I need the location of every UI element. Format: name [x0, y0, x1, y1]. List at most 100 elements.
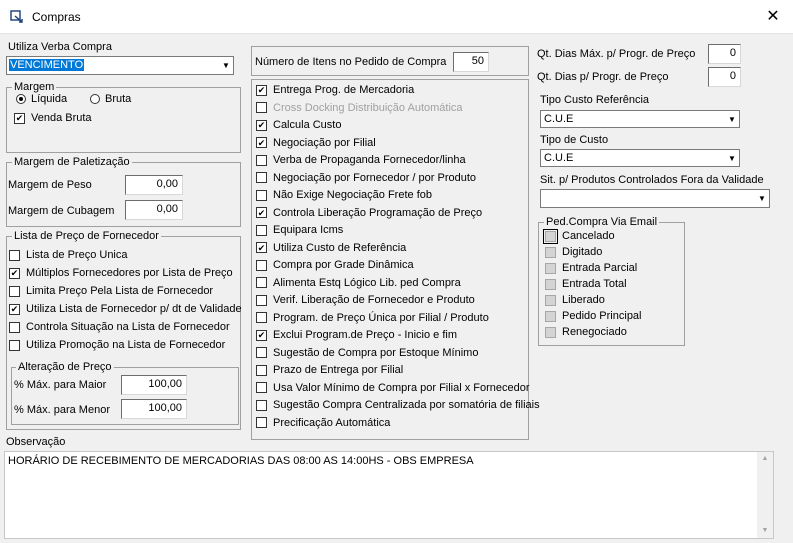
compra-option-10[interactable]: Compra por Grade Dinâmica [256, 259, 414, 271]
email-option-label: Pedido Principal [562, 310, 642, 322]
verba-select[interactable]: VENCIMENTO ▼ [6, 56, 234, 75]
radio-bruta-label: Bruta [105, 93, 132, 105]
lista-option-0-label: Lista de Preço Unica [26, 249, 128, 261]
radio-on-icon [16, 94, 26, 104]
compra-option-14[interactable]: Exclui Program.de Preço - Inicio e fim [256, 329, 457, 341]
compra-option-8-label: Equipara Icms [273, 224, 344, 236]
email-option-1[interactable]: Digitado [545, 246, 602, 258]
lista-option-2[interactable]: Limita Preço Pela Lista de Fornecedor [9, 285, 213, 297]
email-option-label: Digitado [562, 246, 603, 258]
compra-option-2[interactable]: Calcula Custo [256, 119, 341, 131]
observacao-scrollbar[interactable]: ▲ ▼ [757, 452, 773, 538]
compra-option-4[interactable]: Verba de Propaganda Fornecedor/linha [256, 154, 466, 166]
email-option-4[interactable]: Liberado [545, 294, 605, 306]
checkbox-empty-icon [256, 294, 267, 306]
checkbox-checked-icon [256, 119, 267, 131]
email-title: Ped.Compra Via Email [544, 216, 660, 228]
compra-option-11[interactable]: Alimenta Estq Lógico Lib. ped Compra [256, 277, 461, 289]
radio-bruta[interactable]: Bruta [90, 93, 131, 105]
email-option-5[interactable]: Pedido Principal [545, 310, 642, 322]
compra-option-3[interactable]: Negociação por Filial [256, 137, 376, 149]
compra-option-8[interactable]: Equipara Icms [256, 224, 343, 236]
checkbox-checked-icon [14, 112, 25, 124]
checkbox-empty-icon [256, 172, 267, 183]
checkbox-checked-icon [9, 303, 20, 315]
compra-option-16[interactable]: Prazo de Entrega por Filial [256, 364, 403, 376]
compra-option-19-label: Precificação Automática [273, 416, 391, 429]
compra-option-18-label: Sugestão Compra Centralizada por somatór… [273, 399, 540, 411]
lista-option-2-label: Limita Preço Pela Lista de Fornecedor [26, 285, 214, 297]
email-option-label: Cancelado [562, 230, 615, 242]
lista-option-0[interactable]: Lista de Preço Unica [9, 249, 128, 261]
checkbox-empty-icon [9, 285, 20, 297]
compra-option-2-label: Calcula Custo [273, 119, 342, 131]
peso-input[interactable]: 0,00 [125, 175, 183, 195]
observacao-label: Observação [6, 436, 66, 448]
window-title: Compras [32, 10, 81, 24]
dias-label: Qt. Dias p/ Progr. de Preço [537, 71, 669, 83]
email-option-3[interactable]: Entrada Total [545, 278, 627, 290]
email-option-0[interactable]: Cancelado [543, 228, 615, 244]
verba-value: VENCIMENTO [9, 59, 85, 71]
checkbox-checked-icon [256, 137, 267, 148]
tipo-custo-ref-label: Tipo Custo Referência [540, 94, 650, 106]
compra-option-0[interactable]: Entrega Prog. de Mercadoria [256, 84, 414, 96]
compra-option-12[interactable]: Verif. Liberação de Fornecedor e Produto [256, 294, 475, 306]
checkbox-empty-icon [256, 189, 267, 201]
compra-option-9[interactable]: Utiliza Custo de Referência [256, 242, 406, 254]
chevron-down-icon[interactable]: ▼ [724, 150, 739, 166]
checkbox-disabled-icon [545, 326, 556, 338]
close-icon[interactable]: ✕ [762, 6, 784, 28]
email-option-6[interactable]: Renegociado [545, 326, 627, 338]
compra-option-0-label: Entrega Prog. de Mercadoria [273, 84, 415, 96]
menor-label: % Máx. para Menor [14, 404, 110, 416]
num-itens-input[interactable]: 50 [453, 52, 489, 72]
radio-off-icon [90, 94, 100, 104]
radio-liquida[interactable]: Líquida [16, 93, 67, 105]
checkbox-empty-icon [256, 347, 267, 358]
scroll-up-icon[interactable]: ▲ [757, 452, 773, 466]
checkbox-venda-bruta[interactable]: Venda Bruta [14, 112, 92, 124]
email-option-label: Renegociado [562, 326, 627, 338]
compra-option-6[interactable]: Não Exige Negociação Frete fob [256, 189, 432, 201]
chevron-down-icon[interactable]: ▼ [754, 190, 769, 207]
menor-input[interactable]: 100,00 [121, 399, 187, 419]
dias-input[interactable]: 0 [708, 67, 741, 87]
compra-option-18[interactable]: Sugestão Compra Centralizada por somatór… [256, 399, 540, 411]
dias-max-input[interactable]: 0 [708, 44, 741, 64]
compra-option-7[interactable]: Controla Liberação Programação de Preço [256, 207, 482, 219]
lista-option-1[interactable]: Múltiplos Fornecedores por Lista de Preç… [9, 267, 233, 279]
lista-option-3-label: Utiliza Lista de Fornecedor p/ dt de Val… [26, 303, 242, 315]
compra-option-3-label: Negociação por Filial [273, 136, 376, 149]
lista-option-3[interactable]: Utiliza Lista de Fornecedor p/ dt de Val… [9, 303, 242, 315]
compra-option-12-label: Verif. Liberação de Fornecedor e Produto [273, 294, 475, 306]
compra-option-5[interactable]: Negociação por Fornecedor / por Produto [256, 172, 476, 184]
compra-option-15[interactable]: Sugestão de Compra por Estoque Mínimo [256, 347, 478, 359]
lista-option-4[interactable]: Controla Situação na Lista de Fornecedor [9, 321, 230, 333]
checkbox-disabled-icon [545, 278, 556, 290]
lista-option-5[interactable]: Utiliza Promoção na Lista de Fornecedor [9, 339, 225, 351]
compra-option-1[interactable]: Cross Docking Distribuição Automática [256, 102, 463, 114]
sit-select[interactable]: ▼ [540, 189, 770, 208]
tipo-custo-label: Tipo de Custo [540, 134, 609, 146]
maior-input[interactable]: 100,00 [121, 375, 187, 395]
compra-option-13[interactable]: Program. de Preço Única por Filial / Pro… [256, 312, 489, 324]
chevron-down-icon[interactable]: ▼ [218, 57, 233, 74]
compra-option-13-label: Program. de Preço Única por Filial / Pro… [273, 311, 489, 324]
checkbox-disabled-icon [545, 246, 556, 258]
email-option-label: Entrada Total [562, 278, 627, 290]
compra-option-19[interactable]: Precificação Automática [256, 417, 390, 429]
app-icon [10, 10, 23, 23]
checkbox-disabled-icon [545, 262, 556, 274]
email-option-2[interactable]: Entrada Parcial [545, 262, 637, 274]
cubagem-input[interactable]: 0,00 [125, 200, 183, 220]
sit-label: Sit. p/ Produtos Controlados Fora da Val… [540, 174, 764, 186]
scroll-down-icon[interactable]: ▼ [757, 524, 773, 538]
observacao-textarea[interactable]: HORÁRIO DE RECEBIMENTO DE MERCADORIAS DA… [4, 451, 774, 539]
tipo-custo-select[interactable]: C.U.E ▼ [540, 149, 740, 167]
venda-bruta-label: Venda Bruta [31, 112, 92, 124]
tipo-custo-ref-select[interactable]: C.U.E ▼ [540, 110, 740, 128]
tipo-custo-value: C.U.E [544, 152, 574, 164]
chevron-down-icon[interactable]: ▼ [724, 111, 739, 127]
compra-option-17[interactable]: Usa Valor Mínimo de Compra por Filial x … [256, 382, 530, 394]
